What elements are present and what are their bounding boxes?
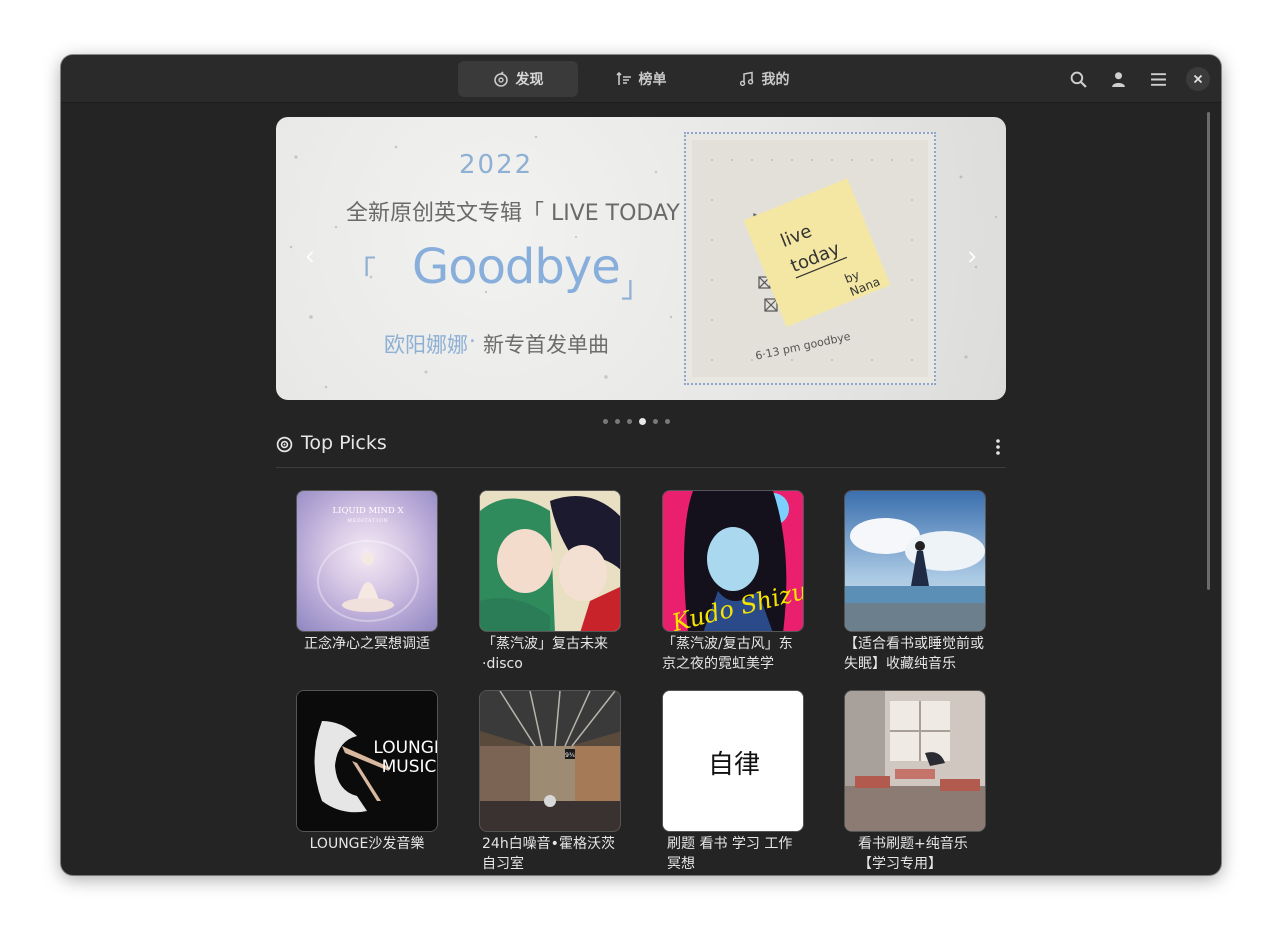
- cover1-line2: MEDITATION: [347, 518, 388, 524]
- banner-artist: 欧阳娜娜: [384, 333, 468, 357]
- search-button[interactable]: [1066, 67, 1090, 91]
- tab-mine-label: 我的: [761, 72, 790, 88]
- playlist-cover: 自律: [662, 690, 804, 832]
- discover-icon: [493, 71, 508, 87]
- playlist-cover: [844, 490, 986, 632]
- banner-carousel[interactable]: 2022 全新原创英文专辑「 LIVE TODAY 」 「 Goodbye 」 …: [276, 117, 1006, 400]
- playlist-cover: [844, 690, 986, 832]
- neon-city-pop-cover-art: Kudo Shizuka: [663, 491, 803, 631]
- train-station-cover-art: 9¾: [480, 691, 620, 831]
- anime-duo-cover-art: [480, 491, 620, 631]
- cover5-line2: MUSIC: [382, 757, 437, 777]
- close-button[interactable]: [1186, 67, 1210, 91]
- view-switcher: 发现 榜单 我的: [458, 61, 827, 97]
- cover1-line1: LIQUID MIND X: [332, 506, 404, 516]
- self-discipline-cover-art: 自律: [663, 691, 803, 831]
- playlist-card[interactable]: 看书刷题+纯音乐【学习专用】: [844, 690, 986, 874]
- cover7-text: 自律: [708, 750, 760, 780]
- playlist-title: 【适合看书或睡觉前或失眠】收藏纯音乐: [844, 636, 984, 672]
- playlist-cover: Kudo Shizuka: [662, 490, 804, 632]
- header-bar: 发现 榜单 我的: [61, 55, 1221, 103]
- section-title: Top Picks: [301, 432, 387, 454]
- playlist-title: 「蒸汽波」复古未来·disco: [482, 636, 608, 672]
- pager-dot-6[interactable]: [665, 419, 670, 424]
- banner-prev-button[interactable]: [298, 245, 322, 269]
- vertical-dots-icon: [996, 439, 1000, 455]
- tab-discover-label: 发现: [515, 72, 544, 88]
- pager-dot-1[interactable]: [603, 419, 608, 424]
- playlist-title: LOUNGE沙发音樂: [309, 836, 425, 852]
- tab-discover[interactable]: 发现: [458, 61, 578, 97]
- banner-pager: [603, 418, 670, 425]
- user-icon: [1111, 71, 1125, 87]
- playlist-title: 「蒸汽波/复古风」东京之夜的霓虹美学: [662, 636, 793, 672]
- playlist-cover: LIQUID MIND X MEDITATION: [296, 490, 438, 632]
- top-picks-icon: [276, 436, 293, 453]
- chevron-left-icon: [306, 251, 314, 263]
- sticky-note-illustration: live today by Nana 6·13 pm goodbye: [711, 159, 913, 363]
- chart-icon: [615, 71, 631, 85]
- playlist-card[interactable]: LIQUID MIND X MEDITATION 正念净心之冥想调适: [296, 490, 438, 654]
- banner-year: 2022: [459, 150, 534, 180]
- account-button[interactable]: [1106, 67, 1130, 91]
- note-caption: 6·13 pm goodbye: [754, 330, 852, 363]
- playlist-card[interactable]: 9¾ 24h白噪音•霍格沃茨自习室: [479, 690, 621, 874]
- pager-dot-2[interactable]: [615, 419, 620, 424]
- tab-charts-label: 榜单: [638, 72, 667, 88]
- pager-dot-5[interactable]: [653, 419, 658, 424]
- cover6-sign: 9¾: [565, 752, 575, 759]
- classroom-cover-art: [845, 691, 985, 831]
- playlist-cover: 9¾: [479, 690, 621, 832]
- close-icon: [1193, 74, 1203, 84]
- playlist-title: 看书刷题+纯音乐【学习专用】: [858, 836, 968, 872]
- tab-mine[interactable]: 我的: [704, 61, 824, 97]
- banner-bracket-left: 「: [346, 255, 376, 290]
- banner-bracket-right: 」: [621, 270, 651, 305]
- top-picks-header: Top Picks: [276, 432, 1006, 468]
- banner-next-button[interactable]: [960, 245, 984, 269]
- app-window: 发现 榜单 我的 2022 全新原创英文专辑「 LIVE TODAY 」 「 G…: [61, 55, 1221, 875]
- playlist-card[interactable]: 【适合看书或睡觉前或失眠】收藏纯音乐: [844, 490, 986, 674]
- more-options-button[interactable]: [994, 436, 1002, 458]
- playlist-title: 24h白噪音•霍格沃茨自习室: [482, 836, 615, 872]
- scrollbar[interactable]: [1207, 112, 1210, 590]
- pager-dot-3[interactable]: [627, 419, 632, 424]
- playlist-cover: [479, 490, 621, 632]
- playlist-cover: LOUNGE MUSIC: [296, 690, 438, 832]
- tab-charts[interactable]: 榜单: [581, 61, 701, 97]
- music-note-icon: [739, 71, 753, 87]
- banner-photo: live today by Nana 6·13 pm goodbye: [684, 132, 936, 385]
- chevron-right-icon: [968, 251, 976, 263]
- playlist-card[interactable]: 「蒸汽波」复古未来·disco: [479, 490, 621, 674]
- main-menu-button[interactable]: [1146, 67, 1170, 91]
- banner-subtitle: 新专首发单曲: [483, 333, 609, 357]
- banner-headline: 全新原创英文专辑「 LIVE TODAY 」: [346, 201, 709, 226]
- banner-title: Goodbye: [412, 239, 621, 295]
- playlist-title: 刷题 看书 学习 工作冥想: [667, 836, 793, 872]
- playlist-card[interactable]: LOUNGE MUSIC LOUNGE沙发音樂: [296, 690, 438, 854]
- discover-page: 2022 全新原创英文专辑「 LIVE TODAY 」 「 Goodbye 」 …: [61, 104, 1221, 875]
- playlist-card[interactable]: 自律 刷题 看书 学习 工作冥想: [662, 690, 804, 874]
- playlist-card[interactable]: Kudo Shizuka 「蒸汽波/复古风」东京之夜的霓虹美学: [662, 490, 804, 674]
- cover5-line1: LOUNGE: [373, 738, 438, 758]
- lounge-music-cover-art: LOUNGE MUSIC: [297, 691, 438, 831]
- search-icon: [1070, 71, 1087, 88]
- seaside-anime-cover-art: [845, 491, 985, 631]
- banner-separator: ·: [469, 329, 476, 353]
- pager-dot-4[interactable]: [639, 418, 646, 425]
- menu-icon: [1150, 72, 1166, 86]
- meditation-cover-art: LIQUID MIND X MEDITATION: [317, 506, 419, 622]
- playlist-title: 正念净心之冥想调适: [304, 636, 430, 652]
